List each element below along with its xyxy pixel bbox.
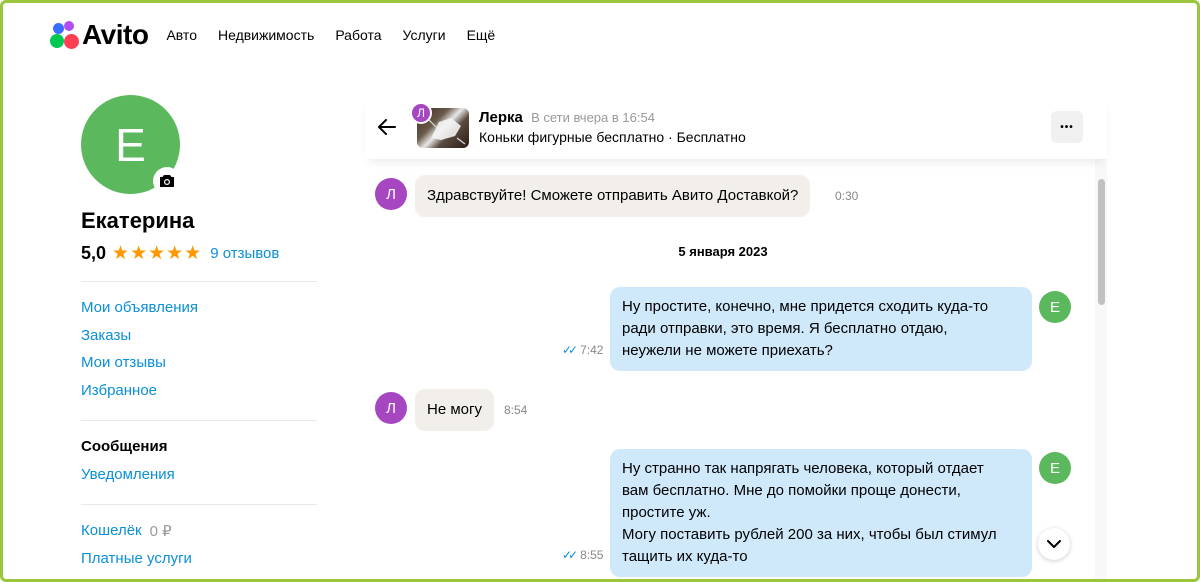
profile-avatar-letter: Е — [115, 118, 146, 171]
camera-icon[interactable] — [153, 167, 181, 195]
message-line: вам бесплатно. Мне до помойки проще доне… — [622, 482, 961, 499]
scrollbar[interactable] — [1095, 159, 1107, 579]
message-line: неужели не можете приехать? — [622, 342, 833, 359]
logo-text: Avito — [82, 19, 149, 50]
chat-header: Л Лерка В сети вчера в 16:54 Коньки фигу… — [365, 95, 1107, 159]
message-line: Могу поставить рублей 200 за них, чтобы … — [622, 526, 997, 543]
message-line: ради отправки, это время. Я бесплатно от… — [622, 320, 948, 337]
double-check-icon: ✓✓ — [562, 548, 578, 562]
arrow-left-icon[interactable] — [377, 116, 397, 142]
rating-value: 5,0 — [81, 243, 107, 263]
message-meta: ✓✓ 8:55 — [562, 548, 603, 562]
sidebar-item-favorites[interactable]: Избранное — [81, 377, 321, 405]
message-line: Ну странно так напрягать человека, котор… — [622, 460, 984, 477]
message-bubble-outgoing: Ну странно так напрягать человека, котор… — [610, 449, 1032, 577]
top-nav: Avito Авто Недвижимость Работа Услуги Ещ… — [49, 15, 495, 55]
sidebar-item-my-ads[interactable]: Мои объявления — [81, 294, 321, 322]
chevron-down-icon[interactable] — [1038, 528, 1070, 560]
contact-name[interactable]: Лерка — [479, 109, 523, 126]
divider — [81, 281, 317, 282]
nav-jobs[interactable]: Работа — [335, 27, 381, 43]
app-frame: Avito Авто Недвижимость Работа Услуги Ещ… — [0, 0, 1200, 582]
chat-panel: Л Лерка В сети вчера в 16:54 Коньки фигу… — [365, 95, 1107, 579]
sidebar-item-paid-services[interactable]: Платные услуги — [81, 545, 321, 573]
message-list: Л Здравствуйте! Сможете отправить Авито … — [365, 159, 1107, 579]
logo-dots-icon — [49, 20, 79, 50]
profile-name: Екатерина — [81, 208, 195, 233]
more-dots-icon[interactable]: ••• — [1051, 111, 1083, 143]
message-time: 8:55 — [580, 548, 604, 562]
message-meta: ✓✓ 7:42 — [562, 343, 603, 357]
message-time: 0:30 — [835, 189, 859, 203]
nav-auto[interactable]: Авто — [166, 27, 197, 43]
divider — [81, 420, 317, 421]
date-divider: 5 января 2023 — [678, 244, 768, 259]
self-avatar: Е — [1039, 452, 1071, 484]
reviews-link[interactable]: 9 отзывов — [210, 245, 279, 262]
profile-avatar[interactable]: Е — [81, 95, 181, 195]
scrollbar-thumb[interactable] — [1098, 179, 1105, 305]
message-bubble-incoming: Здравствуйте! Сможете отправить Авито До… — [415, 175, 811, 217]
contact-badge: Л — [410, 102, 432, 124]
contact-status: В сети вчера в 16:54 — [531, 110, 655, 125]
message-line: простите уж. — [622, 504, 711, 521]
avito-logo[interactable]: Avito — [49, 19, 149, 51]
item-title[interactable]: Коньки фигурные бесплатно · Бесплатно — [479, 129, 746, 145]
self-avatar: Е — [1039, 291, 1071, 323]
message-bubble-outgoing: Ну простите, конечно, мне придется сходи… — [610, 287, 1032, 371]
message-line: тащить их куда-то — [622, 548, 748, 565]
double-check-icon: ✓✓ — [562, 343, 578, 357]
nav-services[interactable]: Услуги — [403, 27, 446, 43]
sidebar-item-for-pros[interactable]: Для профессионалов — [81, 572, 321, 579]
rating-stars-icon: ★★★★★ — [112, 243, 203, 264]
nav-realty[interactable]: Недвижимость — [218, 27, 314, 43]
nav-more[interactable]: Ещё — [467, 27, 496, 43]
sidebar-item-wallet[interactable]: Кошелёк 0 ₽ — [81, 517, 321, 545]
message-bubble-incoming: Не могу — [415, 389, 494, 431]
message-line: Ну простите, конечно, мне придется сходи… — [622, 298, 989, 315]
more-button-label: ••• — [1060, 121, 1074, 133]
sidebar-item-messages[interactable]: Сообщения — [81, 433, 321, 461]
profile-sidebar: Е Екатерина 5,0 ★★★★★ 9 отзывов Мои объя… — [81, 95, 321, 579]
sidebar-item-my-reviews[interactable]: Мои отзывы — [81, 349, 321, 377]
divider — [81, 504, 317, 505]
message-time: 8:54 — [504, 403, 528, 417]
contact-avatar: Л — [375, 178, 407, 210]
sidebar-item-orders[interactable]: Заказы — [81, 322, 321, 350]
wallet-label: Кошелёк — [81, 522, 142, 539]
contact-name-row: Лерка В сети вчера в 16:54 — [479, 109, 655, 126]
wallet-amount: 0 ₽ — [149, 522, 172, 540]
message-time: 7:42 — [580, 343, 604, 357]
rating-row: 5,0 ★★★★★ 9 отзывов — [81, 242, 321, 265]
sidebar-item-notifications[interactable]: Уведомления — [81, 461, 321, 489]
contact-avatar: Л — [375, 392, 407, 424]
